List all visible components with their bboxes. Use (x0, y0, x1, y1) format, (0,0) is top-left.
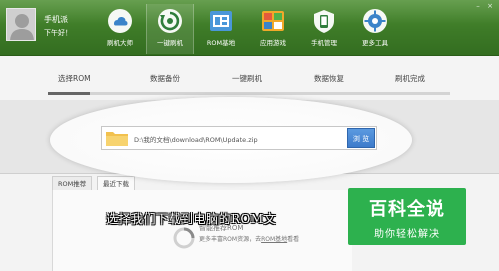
step-one-click-flash: 一键刷机 (232, 74, 262, 83)
step-data-backup: 数据备份 (150, 74, 180, 83)
rom-file-picker: D:\我的文档\download\ROM\Update.zip 浏 览 (101, 126, 377, 150)
close-button[interactable]: × (485, 2, 495, 10)
nav-label: 应用游戏 (260, 39, 286, 47)
rom-file-path-input[interactable]: D:\我的文档\download\ROM\Update.zip (134, 134, 258, 144)
refresh-icon (158, 9, 182, 33)
nav-label: 手机管理 (311, 39, 337, 47)
recommendation-desc: 更多丰富ROM资源，去ROM基地看看 (199, 234, 299, 243)
nav-item-apps-games[interactable]: 应用游戏 (249, 4, 297, 54)
nav-item-rom-base[interactable]: ROM基地 (197, 4, 245, 54)
step-progress-track (48, 92, 450, 95)
tab-recent-download[interactable]: 最近下载 (97, 176, 135, 190)
step-select-rom: 选择ROM (58, 74, 91, 83)
watermark-logo: 百科全说 助你轻松解决 (348, 188, 466, 245)
nav-label: 一键刷机 (157, 39, 183, 47)
nav-label: 刷机大师 (107, 39, 133, 47)
nav-label: 更多工具 (362, 39, 388, 47)
app-game-icon (262, 11, 284, 31)
avatar[interactable] (6, 8, 36, 41)
watermark-subtitle: 助你轻松解决 (374, 229, 440, 240)
watermark-title: 百科全说 (369, 199, 445, 220)
tools-icon (363, 9, 387, 33)
rom-base-link[interactable]: ROM基地 (261, 236, 287, 243)
nav-item-one-click-flash[interactable]: 一键刷机 (146, 4, 194, 54)
step-progress-active (48, 92, 90, 95)
window-controls: – × (471, 2, 495, 10)
caption-overlay: 选择我们下载到电脑的ROM文 (106, 212, 277, 226)
folder-icon (106, 132, 128, 146)
nav-item-flash-master[interactable]: 刷机大师 (96, 4, 144, 54)
step-flash-complete: 刷机完成 (395, 74, 425, 83)
rom-store-icon (210, 11, 232, 31)
recommendation-desc-prefix: 更多丰富ROM资源，去 (199, 236, 262, 243)
step-data-restore: 数据恢复 (314, 74, 344, 83)
recommendation-desc-suffix: 看看 (287, 236, 300, 243)
top-header: 手机派 下午好！ – × 刷机大师 一键刷机 ROM基地 应用游戏 手机管理 更… (0, 0, 499, 56)
loading-spinner-icon (173, 227, 195, 249)
browse-button[interactable]: 浏 览 (347, 128, 375, 148)
greeting-text: 下午好！ (44, 29, 72, 37)
nav-label: ROM基地 (206, 39, 236, 47)
username: 手机派 (44, 15, 68, 24)
shield-phone-icon (314, 10, 334, 33)
tab-rom-recommend[interactable]: ROM推荐 (52, 176, 93, 190)
nav-item-more-tools[interactable]: 更多工具 (351, 4, 399, 54)
avatar-user-icon (7, 9, 35, 40)
minimize-button[interactable]: – (473, 2, 483, 10)
step-bar: 选择ROM 数据备份 一键刷机 数据恢复 刷机完成 (0, 56, 499, 100)
cloud-icon (108, 9, 132, 33)
nav-item-phone-manage[interactable]: 手机管理 (300, 4, 348, 54)
